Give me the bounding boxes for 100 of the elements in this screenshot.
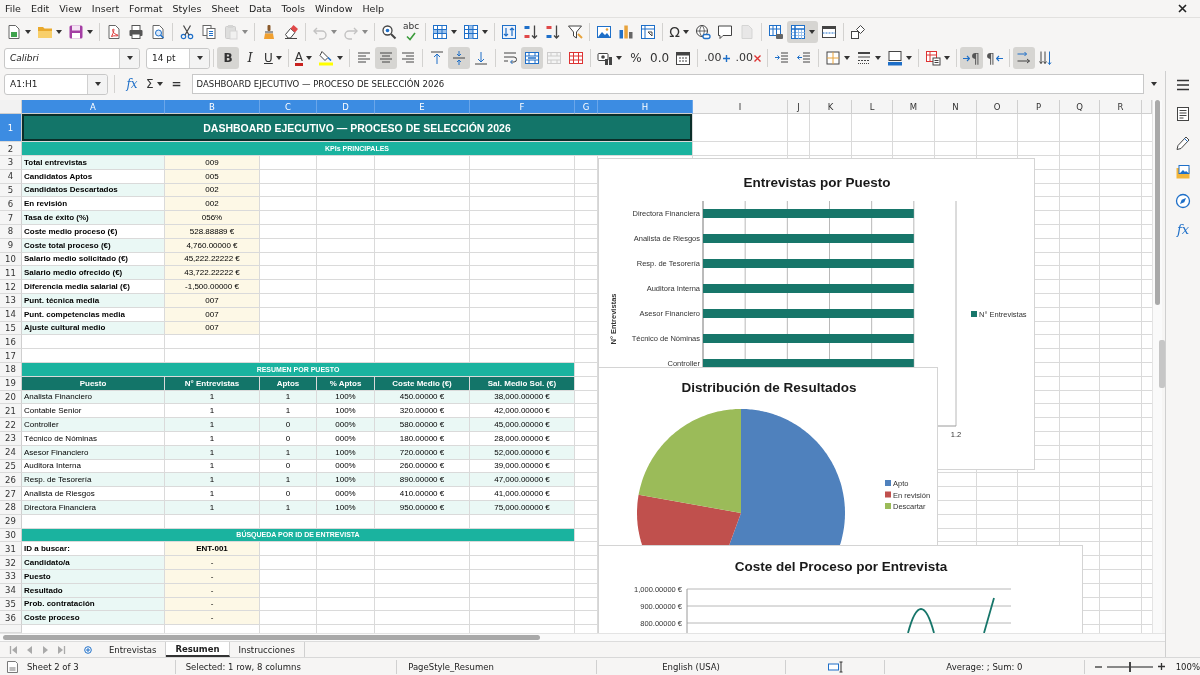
special-character-button[interactable]: Ω (666, 20, 692, 43)
column-header[interactable]: M (893, 100, 935, 114)
dropdown-button[interactable] (189, 48, 209, 68)
name-box-field[interactable]: A1:H1 (4, 73, 108, 95)
column-header[interactable]: L (852, 100, 893, 114)
column-header[interactable]: R (1100, 100, 1142, 114)
column-header[interactable]: P (1018, 100, 1060, 114)
row-header[interactable]: 2 (0, 142, 22, 156)
scrollbar-thumb[interactable] (3, 635, 540, 640)
row-header[interactable]: 6 (0, 197, 22, 212)
align-center-icon (378, 50, 394, 66)
plus-icon[interactable] (1157, 663, 1165, 670)
row-header[interactable]: 7 (0, 211, 22, 225)
row-header[interactable]: 11 (0, 266, 22, 281)
bold-button[interactable]: B (217, 47, 239, 69)
selection-mode-icon[interactable] (827, 660, 843, 673)
font-name-field[interactable]: Calibri (4, 47, 140, 69)
row-header[interactable]: 21 (0, 404, 22, 419)
add-sheet-icon[interactable] (84, 645, 92, 654)
menu-item[interactable]: Insert (86, 1, 125, 16)
caret-icon (906, 56, 913, 60)
menu-item[interactable]: Data (243, 1, 277, 16)
number-button[interactable]: 0.0 (647, 47, 673, 69)
spelling-button[interactable]: abc (400, 20, 423, 43)
left-to-right-button[interactable]: ¶ (960, 47, 984, 69)
caret-icon (682, 29, 689, 34)
percent-button[interactable]: % (625, 47, 647, 69)
column-header[interactable]: O (977, 100, 1018, 114)
font-size-field[interactable]: 14 pt (146, 47, 210, 69)
printer-icon (128, 23, 144, 40)
function-wizard-button[interactable]: fx (121, 73, 143, 95)
menu-item[interactable]: Sheet (206, 1, 244, 16)
menu-item[interactable]: Styles (167, 1, 207, 16)
right-to-left-button[interactable]: ¶ (983, 47, 1006, 69)
caret-icon (875, 56, 882, 60)
gallery-icon[interactable] (1175, 164, 1191, 180)
formula-button[interactable]: = (165, 73, 188, 95)
align-middle-button[interactable] (448, 47, 470, 69)
column-header[interactable]: I (693, 100, 788, 114)
vertical-scrollbar[interactable] (1152, 100, 1162, 633)
pencil-icon[interactable] (1175, 135, 1191, 151)
row-header[interactable]: 3 (0, 156, 22, 170)
row-header[interactable]: 17 (0, 349, 22, 363)
freeze-button[interactable] (786, 20, 818, 43)
menu-item[interactable]: Tools (276, 1, 310, 16)
slider-thumb[interactable] (1128, 661, 1131, 672)
minus-icon[interactable] (1094, 665, 1102, 668)
functions-button[interactable]: fx (1176, 222, 1190, 238)
language: English (USA) (595, 659, 786, 674)
add-decimal-button[interactable]: .00 (701, 47, 733, 69)
sum-button[interactable]: Σ (143, 73, 166, 95)
lookup-label: Coste proceso (22, 611, 165, 626)
font-color-button[interactable]: A (291, 47, 315, 69)
sidebar-handle[interactable] (1159, 340, 1165, 388)
delete-decimal-button[interactable]: .00 (732, 47, 765, 69)
italic-button[interactable]: I (239, 47, 261, 69)
sheet-tab[interactable]: Resumen (166, 642, 230, 657)
row-header[interactable]: 31 (0, 542, 22, 557)
underline-button[interactable]: U (261, 47, 285, 69)
column-header[interactable]: N (935, 100, 977, 114)
properties-icon[interactable] (1175, 106, 1191, 122)
close-icon[interactable] (1178, 4, 1187, 13)
freeze-grid-icon (789, 23, 806, 40)
text-horizontal-button[interactable] (1012, 47, 1035, 69)
currency-format-icon (597, 50, 613, 66)
dropdown-button[interactable] (87, 74, 107, 94)
menu-item[interactable]: Help (357, 1, 390, 16)
row-header[interactable]: 16 (0, 335, 22, 350)
column-header[interactable]: J (788, 100, 810, 114)
column-header[interactable]: Q (1060, 100, 1100, 114)
row-header[interactable]: 32 (0, 556, 22, 570)
row-header[interactable]: 36 (0, 611, 22, 626)
vertical-arrows-icon (1037, 50, 1054, 66)
row-header[interactable]: 26 (0, 473, 22, 488)
scrollbar-thumb[interactable] (1155, 100, 1160, 305)
column-header[interactable]: K (810, 100, 852, 114)
menu-item[interactable]: Window (309, 1, 358, 16)
menu-item[interactable]: File (0, 1, 26, 16)
zoom-level: 100% (1175, 661, 1200, 672)
merge-center-button[interactable] (521, 47, 543, 69)
menu-item[interactable]: Edit (25, 1, 55, 16)
table-cell: Resp. de Tesorería (22, 473, 165, 488)
row-header[interactable]: 12 (0, 280, 22, 294)
caret-icon (337, 56, 343, 60)
horizontal-scrollbar[interactable] (0, 633, 1165, 641)
kpi-value: 43,722.22222 € (165, 266, 260, 281)
row-header[interactable]: 22 (0, 418, 22, 432)
menu-icon[interactable] (1175, 77, 1191, 93)
caret-icon (844, 56, 851, 60)
row-header[interactable]: 27 (0, 487, 22, 501)
menu-item[interactable]: Format (124, 1, 168, 16)
menu-item[interactable]: View (54, 1, 87, 16)
paintbrush-icon (261, 23, 277, 40)
lookup-value: ENT-001 (165, 542, 260, 557)
arrow-right-icon (963, 54, 971, 62)
eraser-icon (283, 23, 299, 40)
formula-input-field[interactable]: DASHBOARD EJECUTIVO — PROCESO DE SELECCIÓN 2026 (191, 74, 1144, 94)
dropdown-button[interactable] (119, 48, 139, 68)
compass-icon[interactable] (1175, 193, 1191, 209)
caret-icon (1151, 82, 1157, 86)
